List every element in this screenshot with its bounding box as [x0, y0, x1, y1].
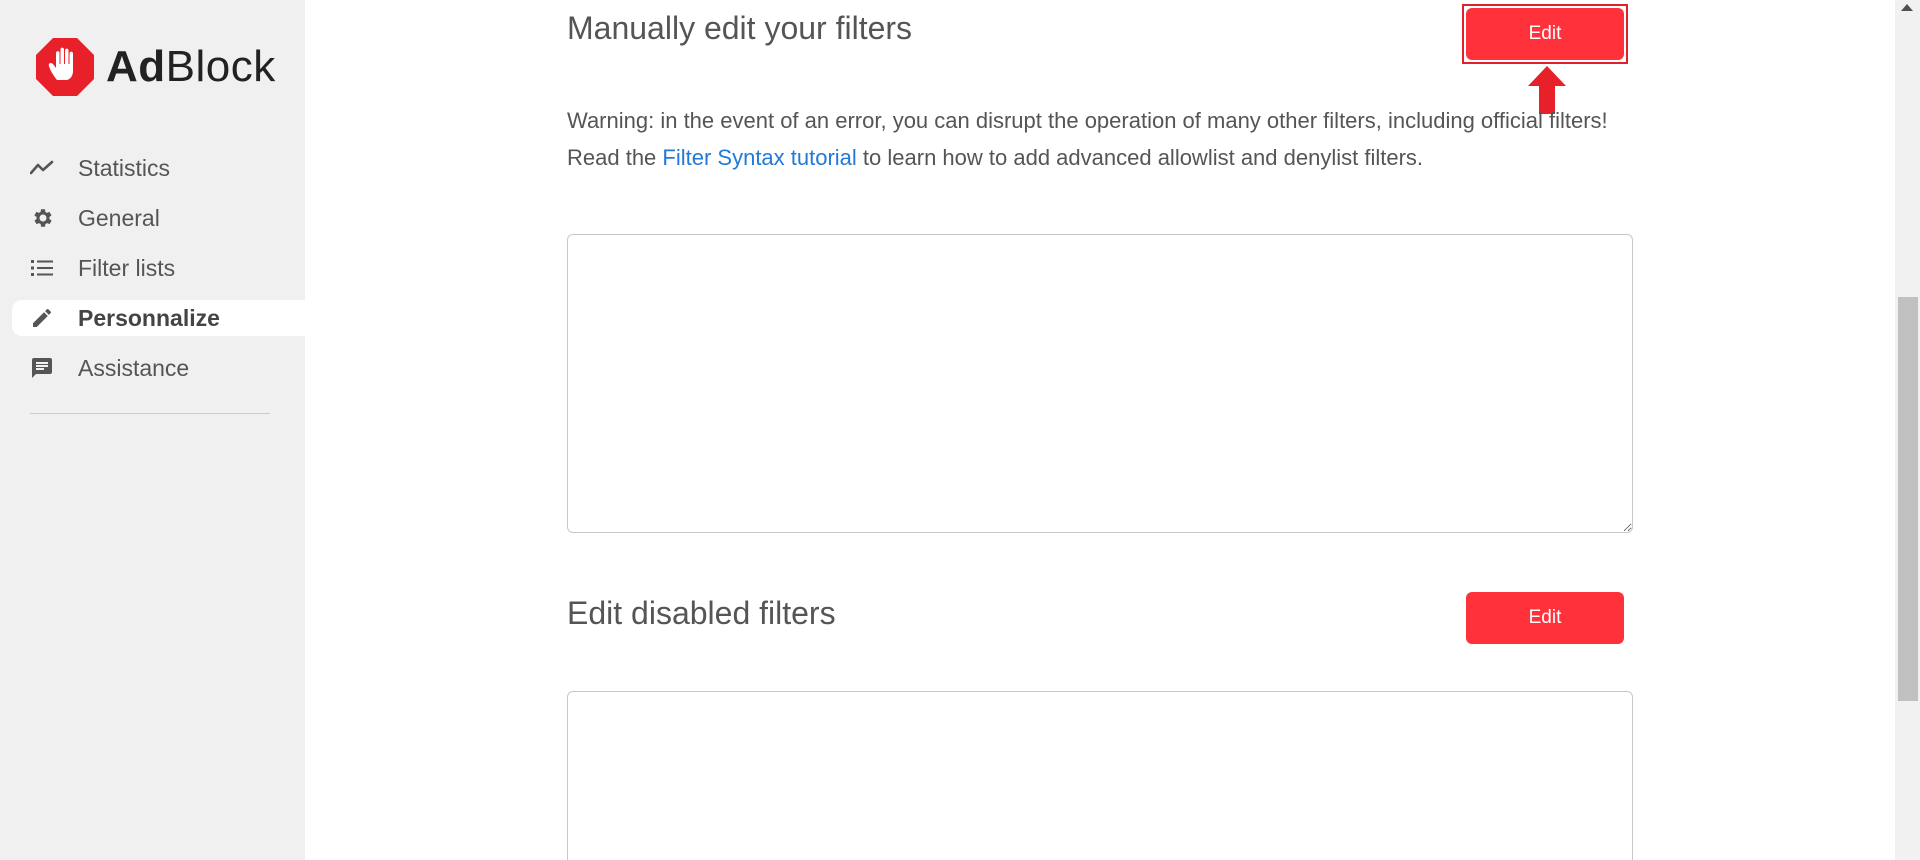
gear-icon: [30, 206, 54, 230]
syntax-help: Read the Filter Syntax tutorial to learn…: [567, 145, 1424, 170]
edit-custom-filters-button[interactable]: Edit: [1466, 8, 1624, 60]
stop-hand-icon: [36, 38, 94, 96]
sidebar-item-label: Statistics: [78, 154, 171, 181]
manual-filters-title: Manually edit your filters: [567, 10, 913, 46]
sidebar-item-assistance[interactable]: Assistance: [0, 350, 305, 386]
sidebar-item-general[interactable]: General: [0, 200, 305, 236]
sidebar-item-label: Assistance: [78, 354, 190, 381]
warning-message: Warning: in the event of an error, you c…: [567, 108, 1608, 133]
sidebar-nav: Statistics General Filter lists Personna…: [0, 150, 305, 400]
trend-line-icon: [30, 156, 54, 180]
sidebar: AdBlock Statistics General Filter lists: [0, 0, 305, 860]
app-window: AdBlock Statistics General Filter lists: [0, 0, 1920, 860]
list-icon: [30, 256, 54, 280]
custom-filters-textarea[interactable]: [567, 234, 1633, 533]
disabled-filters-textarea[interactable]: [567, 691, 1633, 860]
sidebar-item-statistics[interactable]: Statistics: [0, 150, 305, 186]
sidebar-divider: [30, 413, 270, 414]
scroll-up-arrow-icon[interactable]: [1901, 4, 1913, 11]
brand-name: AdBlock: [106, 42, 276, 91]
sidebar-item-label: Personnalize: [78, 304, 220, 331]
vertical-scrollbar[interactable]: [1895, 0, 1920, 860]
pencil-icon: [30, 306, 54, 330]
edit-disabled-filters-button[interactable]: Edit: [1466, 592, 1624, 644]
adblock-logo: AdBlock: [36, 38, 276, 96]
warning-text: Warning: in the event of an error, you c…: [567, 102, 1647, 176]
disabled-filters-title: Edit disabled filters: [567, 595, 836, 631]
scrollbar-thumb[interactable]: [1898, 297, 1918, 701]
sidebar-item-filter-lists[interactable]: Filter lists: [0, 250, 305, 286]
sidebar-item-label: Filter lists: [78, 254, 176, 281]
chat-icon: [30, 356, 54, 380]
sidebar-item-personnalize[interactable]: Personnalize: [12, 300, 305, 336]
main-content: Manually edit your filters Edit Warning:…: [305, 0, 1895, 860]
filter-syntax-link[interactable]: Filter Syntax tutorial: [662, 145, 856, 170]
sidebar-item-label: General: [78, 204, 160, 231]
